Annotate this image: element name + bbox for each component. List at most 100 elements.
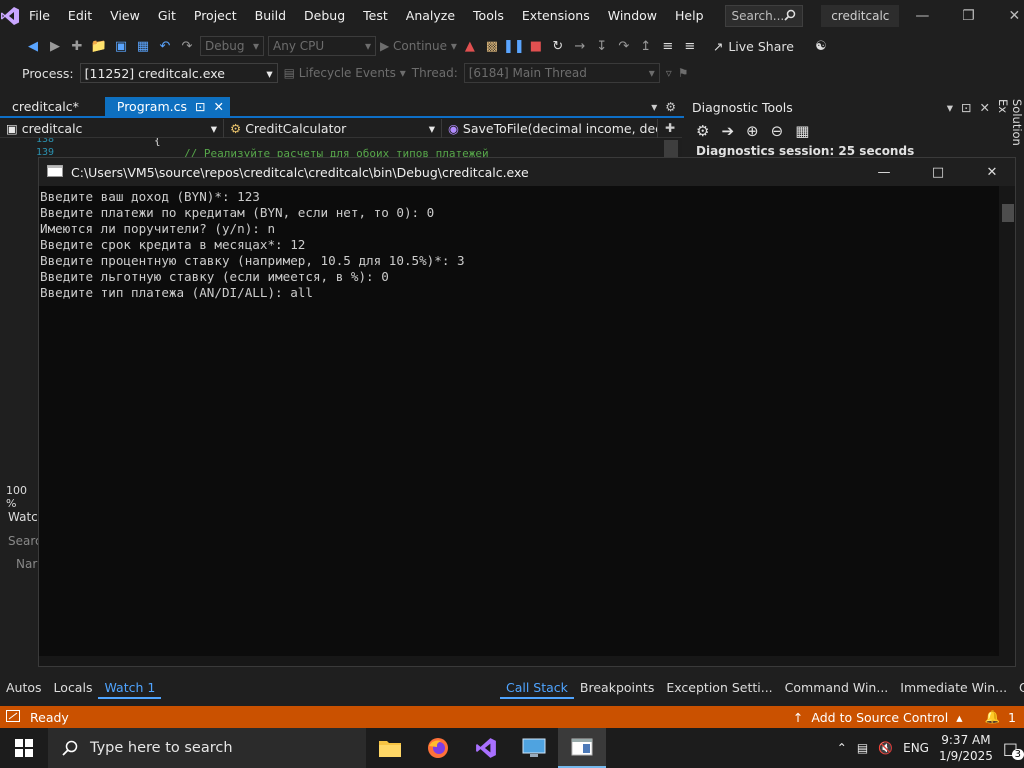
- network-icon[interactable]: ▤: [857, 741, 868, 755]
- settings-icon[interactable]: ⚙: [696, 122, 709, 140]
- taskbar-search-input[interactable]: Type here to search: [48, 728, 366, 768]
- tab-watch-1[interactable]: Watch 1: [98, 677, 162, 699]
- zoom-level[interactable]: 100 %: [6, 484, 40, 510]
- menu-debug[interactable]: Debug: [295, 0, 354, 32]
- lifecycle-events-button[interactable]: ▤ Lifecycle Events ▾: [284, 66, 406, 80]
- menu-help[interactable]: Help: [666, 0, 713, 32]
- hot-reload-icon[interactable]: ▲: [461, 37, 479, 55]
- split-icon[interactable]: ✚: [658, 121, 682, 135]
- tab-locals[interactable]: Locals: [48, 677, 99, 699]
- console-vertical-scrollbar[interactable]: [999, 186, 1015, 666]
- flag-icon[interactable]: ⚑: [678, 66, 689, 80]
- feedback-icon[interactable]: ☯: [812, 37, 830, 55]
- project-select[interactable]: ▣ creditcalc ▾: [0, 118, 224, 138]
- export-icon[interactable]: ➔: [721, 122, 734, 140]
- editor-scrollbar[interactable]: [664, 140, 678, 158]
- comment-icon[interactable]: ≡: [659, 37, 677, 55]
- pin-icon[interactable]: ⊡: [195, 99, 205, 114]
- zoom-out-icon[interactable]: ⊖: [771, 122, 784, 140]
- navigate-back-icon[interactable]: ◀: [24, 37, 42, 55]
- menu-analyze[interactable]: Analyze: [397, 0, 464, 32]
- tab-exception-settings[interactable]: Exception Setti...: [660, 677, 778, 699]
- tab-autos[interactable]: Autos: [0, 677, 48, 699]
- watch-search-input[interactable]: Searc: [8, 534, 42, 552]
- close-icon[interactable]: ✕: [991, 0, 1024, 32]
- menu-view[interactable]: View: [101, 0, 149, 32]
- taskbar-file-explorer[interactable]: [366, 728, 414, 768]
- menu-project[interactable]: Project: [185, 0, 246, 32]
- maximize-icon[interactable]: □: [915, 158, 961, 186]
- tab-breakpoints[interactable]: Breakpoints: [574, 677, 660, 699]
- console-output[interactable]: Введите ваш доход (BYN)*: 123 Введите пла…: [39, 186, 999, 656]
- uncomment-icon[interactable]: ≡: [681, 37, 699, 55]
- zoom-in-icon[interactable]: ⊕: [746, 122, 759, 140]
- live-share-button[interactable]: ↗ Live Share: [713, 39, 794, 54]
- tab-output[interactable]: Output: [1013, 677, 1024, 699]
- class-select[interactable]: ⚙ CreditCalculator ▾: [224, 118, 442, 138]
- menu-git[interactable]: Git: [149, 0, 185, 32]
- chart-icon[interactable]: ▦: [795, 122, 809, 140]
- pin-icon[interactable]: ⊡: [961, 100, 971, 115]
- step-over-icon[interactable]: ↷: [615, 37, 633, 55]
- add-to-source-control-button[interactable]: ↑ Add to Source Control ▴ 🔔 1: [793, 709, 1024, 725]
- notification-bell-icon[interactable]: 🔔: [984, 709, 1000, 725]
- panel-menu-icon[interactable]: ▾: [947, 100, 953, 115]
- browse-icon[interactable]: ▩: [483, 37, 501, 55]
- taskbar-console[interactable]: [558, 728, 606, 768]
- stop-debugging-icon[interactable]: ■: [527, 37, 545, 55]
- close-tab-icon[interactable]: ✕: [213, 99, 223, 114]
- notification-center-icon[interactable]: □ 3: [1003, 739, 1024, 760]
- menu-test[interactable]: Test: [354, 0, 397, 32]
- show-next-statement-icon[interactable]: →: [571, 37, 589, 55]
- open-folder-icon[interactable]: 📁: [90, 37, 108, 55]
- step-into-icon[interactable]: ↧: [593, 37, 611, 55]
- menu-edit[interactable]: Edit: [59, 0, 101, 32]
- tab-creditcalc[interactable]: creditcalc*: [0, 97, 85, 116]
- taskbar-visual-studio[interactable]: [462, 728, 510, 768]
- tab-command-window[interactable]: Command Win...: [779, 677, 895, 699]
- menu-tools[interactable]: Tools: [464, 0, 513, 32]
- redo-icon[interactable]: ↷: [178, 37, 196, 55]
- scrollbar-thumb[interactable]: [1002, 204, 1014, 222]
- platform-select[interactable]: Any CPU ▾: [268, 36, 376, 56]
- language-indicator[interactable]: ENG: [903, 741, 929, 755]
- menu-extensions[interactable]: Extensions: [513, 0, 599, 32]
- navigate-forward-icon[interactable]: ▶: [46, 37, 64, 55]
- new-item-icon[interactable]: ✚: [68, 37, 86, 55]
- break-all-icon[interactable]: ❚❚: [503, 37, 525, 55]
- undo-icon[interactable]: ↶: [156, 37, 174, 55]
- console-horizontal-scrollbar[interactable]: [39, 656, 1001, 666]
- step-out-icon[interactable]: ↥: [637, 37, 655, 55]
- taskbar-remote-desktop[interactable]: [510, 728, 558, 768]
- solution-name-badge[interactable]: creditcalc: [821, 5, 900, 27]
- settings-icon[interactable]: ⚙: [665, 100, 676, 114]
- menu-file[interactable]: File: [20, 0, 59, 32]
- minimize-icon[interactable]: —: [899, 0, 945, 32]
- tab-list-icon[interactable]: ▾: [651, 100, 657, 114]
- thread-select[interactable]: [6184] Main Thread ▾: [463, 63, 660, 83]
- menu-build[interactable]: Build: [246, 0, 295, 32]
- tab-call-stack[interactable]: Call Stack: [500, 677, 574, 699]
- visual-studio-logo-icon[interactable]: [0, 0, 20, 32]
- taskbar-firefox[interactable]: [414, 728, 462, 768]
- clock[interactable]: 9:37 AM 1/9/2025: [939, 732, 993, 764]
- close-icon[interactable]: ✕: [969, 158, 1015, 186]
- save-all-icon[interactable]: ▦: [134, 37, 152, 55]
- chevron-up-icon[interactable]: ⌃: [837, 741, 847, 755]
- tab-immediate-window[interactable]: Immediate Win...: [894, 677, 1013, 699]
- save-icon[interactable]: ▣: [112, 37, 130, 55]
- minimize-icon[interactable]: —: [861, 158, 907, 186]
- configuration-select[interactable]: Debug ▾: [200, 36, 264, 56]
- filter-icon[interactable]: ▿: [666, 66, 672, 80]
- console-titlebar[interactable]: C:\Users\VM5\source\repos\creditcalc\cre…: [39, 158, 1015, 186]
- solution-explorer-tab[interactable]: Solution Ex: [996, 97, 1024, 161]
- tab-program-cs[interactable]: Program.cs ⊡ ✕: [104, 97, 230, 116]
- process-select[interactable]: [11252] creditcalc.exe ▾: [79, 63, 278, 83]
- close-icon[interactable]: ✕: [980, 100, 990, 115]
- continue-button[interactable]: ▶ Continue ▾: [380, 39, 457, 53]
- restart-icon[interactable]: ↻: [549, 37, 567, 55]
- restore-icon[interactable]: ❐: [945, 0, 991, 32]
- search-input[interactable]: Search...: [724, 5, 804, 27]
- menu-window[interactable]: Window: [599, 0, 666, 32]
- start-button[interactable]: [0, 728, 48, 768]
